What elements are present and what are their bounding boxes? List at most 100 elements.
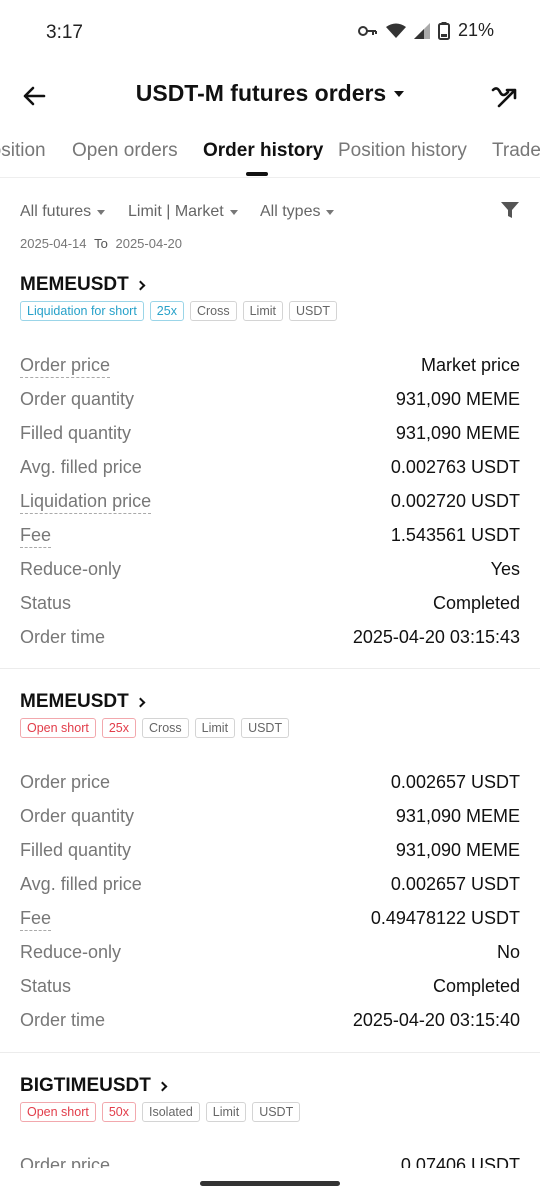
detail-label: Avg. filled price <box>20 874 142 894</box>
date-to: 2025-04-20 <box>115 236 182 251</box>
filter-all-types[interactable]: All types <box>260 203 335 221</box>
date-range[interactable]: 2025-04-14 To 2025-04-20 <box>20 236 182 251</box>
tab-order-history[interactable]: Order history <box>203 140 323 162</box>
chevron-right-icon <box>135 280 146 290</box>
caret-down-icon <box>326 209 335 215</box>
detail-label: Status <box>20 593 72 613</box>
detail-value: 0.002657 USDT <box>390 772 520 792</box>
chevron-right-icon <box>157 1081 168 1091</box>
detail-label: Status <box>20 976 72 996</box>
tab-position-history[interactable]: Position history <box>338 140 467 162</box>
chevron-right-icon <box>135 697 146 707</box>
detail-label: Avg. filled price <box>20 457 142 477</box>
detail-value: Completed <box>432 593 520 613</box>
detail-row: Fee 1.543561 USDT <box>20 522 520 552</box>
detail-row: Reduce-only No <box>20 939 520 969</box>
detail-row: Avg. filled price 0.002763 USDT <box>20 454 520 484</box>
tag-currency: USDT <box>241 718 290 738</box>
tag-margin-mode: Cross <box>142 718 189 738</box>
detail-label: Filled quantity <box>20 840 132 860</box>
detail-row: Order time 2025-04-20 03:15:40 <box>20 1007 520 1037</box>
detail-label[interactable]: Fee <box>20 908 52 931</box>
detail-label[interactable]: Fee <box>20 525 52 548</box>
detail-value: 0.002763 USDT <box>390 457 520 477</box>
order-tags: Open short 50x Isolated Limit USDT <box>20 1102 301 1122</box>
filter-all-futures[interactable]: All futures <box>20 203 106 221</box>
detail-row: Order quantity 931,090 MEME <box>20 803 520 833</box>
detail-label: Reduce-only <box>20 559 122 579</box>
detail-label: Reduce-only <box>20 942 122 962</box>
signal-icon <box>413 22 430 39</box>
divider <box>0 1052 540 1053</box>
detail-row: Filled quantity 931,090 MEME <box>20 837 520 867</box>
tag-order-type: Limit <box>205 1102 247 1122</box>
tag-side: Liquidation for short <box>20 301 144 321</box>
detail-label: Order quantity <box>20 806 135 826</box>
detail-value: 1.543561 USDT <box>390 525 520 545</box>
filter-all-futures-label: All futures <box>20 203 92 220</box>
order-symbol[interactable]: BIGTIMEUSDT <box>20 1075 168 1097</box>
detail-value: 0.49478122 USDT <box>370 908 520 928</box>
detail-value: 931,090 MEME <box>395 389 520 409</box>
caret-down-icon <box>394 90 405 97</box>
app-header: USDT-M futures orders <box>0 66 540 124</box>
filter-bar: All futures Limit | Market All types <box>20 198 520 226</box>
tab-bar: Position Open orders Order history Posit… <box>0 124 540 178</box>
filter-order-kind-label: Limit | Market <box>128 203 224 220</box>
tag-side: Open short <box>20 1102 96 1122</box>
detail-value: 0.002720 USDT <box>390 491 520 511</box>
tab-trade[interactable]: Trade <box>492 140 540 162</box>
detail-label[interactable]: Liquidation price <box>20 491 152 514</box>
home-indicator[interactable] <box>200 1181 340 1186</box>
detail-value: 2025-04-20 03:15:43 <box>352 627 520 647</box>
detail-row: Reduce-only Yes <box>20 556 520 586</box>
share-chart-icon[interactable] <box>490 80 520 110</box>
order-symbol-text: MEMEUSDT <box>20 691 129 712</box>
tag-margin-mode: Isolated <box>142 1102 200 1122</box>
status-bar: 3:17 21% <box>0 0 540 66</box>
date-to-word: To <box>94 236 108 251</box>
detail-value: Yes <box>490 559 520 579</box>
filter-order-kind[interactable]: Limit | Market <box>128 203 238 221</box>
detail-row: Status Completed <box>20 973 520 1003</box>
order-symbol[interactable]: MEMEUSDT <box>20 691 146 713</box>
tag-currency: USDT <box>252 1102 301 1122</box>
tab-open-orders[interactable]: Open orders <box>72 140 178 162</box>
tab-active-indicator <box>246 172 268 176</box>
detail-value: 931,090 MEME <box>395 806 520 826</box>
tag-leverage: 25x <box>149 301 184 321</box>
detail-label: Order time <box>20 1010 106 1030</box>
tag-order-type: Limit <box>194 718 236 738</box>
caret-down-icon <box>97 209 106 215</box>
date-from: 2025-04-14 <box>20 236 87 251</box>
tab-position[interactable]: Position <box>0 140 46 162</box>
detail-label: Filled quantity <box>20 423 132 443</box>
detail-row: Order quantity 931,090 MEME <box>20 386 520 416</box>
detail-row: Avg. filled price 0.002657 USDT <box>20 871 520 901</box>
detail-row: Order price 0.002657 USDT <box>20 769 520 799</box>
detail-value: 0.002657 USDT <box>390 874 520 894</box>
divider <box>0 668 540 669</box>
tag-leverage: 25x <box>101 718 136 738</box>
order-symbol[interactable]: MEMEUSDT <box>20 274 146 296</box>
caret-down-icon <box>229 209 238 215</box>
detail-value: Market price <box>420 355 520 375</box>
page-title[interactable]: USDT-M futures orders <box>0 80 540 107</box>
detail-value: No <box>496 942 520 962</box>
detail-row: Filled quantity 931,090 MEME <box>20 420 520 450</box>
tag-order-type: Limit <box>242 301 284 321</box>
battery-icon <box>437 21 450 40</box>
order-symbol-text: BIGTIMEUSDT <box>20 1075 151 1096</box>
funnel-filter-icon[interactable] <box>500 200 520 220</box>
status-icons: 21% <box>357 20 494 41</box>
detail-label[interactable]: Order price <box>20 355 111 378</box>
order-tags: Open short 25x Cross Limit USDT <box>20 718 290 738</box>
detail-row: Order price Market price <box>20 352 520 382</box>
tag-leverage: 50x <box>101 1102 136 1122</box>
detail-value: 931,090 MEME <box>395 423 520 443</box>
detail-label: Order price <box>20 772 111 792</box>
order-tags: Liquidation for short 25x Cross Limit US… <box>20 301 338 321</box>
order-symbol-text: MEMEUSDT <box>20 274 129 295</box>
detail-value: 2025-04-20 03:15:40 <box>352 1010 520 1030</box>
battery-percent: 21% <box>457 20 494 40</box>
